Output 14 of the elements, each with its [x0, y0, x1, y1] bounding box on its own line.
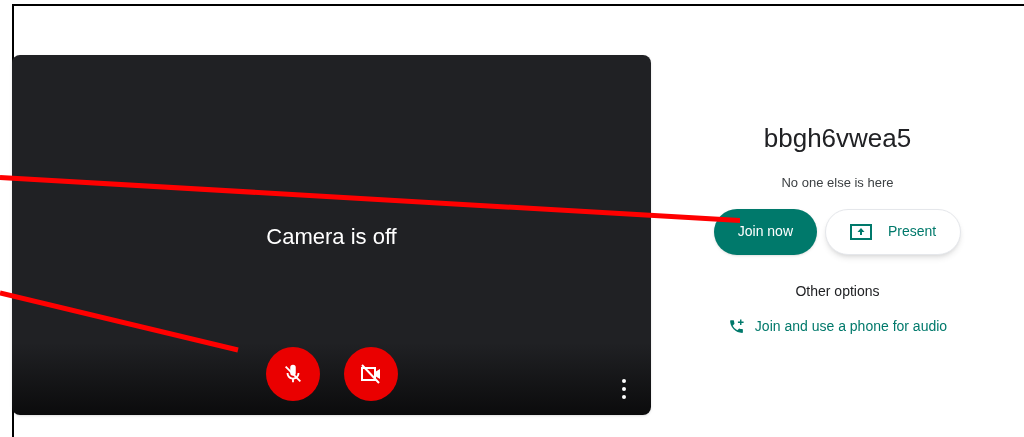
microphone-off-icon	[282, 363, 304, 385]
present-screen-icon	[850, 223, 872, 240]
phone-add-icon	[727, 317, 745, 335]
other-options-heading: Other options	[795, 281, 880, 301]
camera-status-text: Camera is off	[265, 223, 398, 251]
more-options-icon[interactable]	[621, 379, 627, 399]
status-text: No one else is here	[781, 174, 894, 192]
microphone-button[interactable]	[266, 347, 320, 401]
phone-audio-link[interactable]: Join and use a phone for audio	[727, 315, 948, 337]
join-now-button[interactable]: Join now	[713, 208, 817, 255]
meeting-code: bbgh6vwea5	[763, 122, 912, 155]
camera-off-icon	[359, 362, 383, 386]
present-button[interactable]: Present	[825, 208, 962, 255]
camera-button[interactable]	[344, 347, 398, 401]
